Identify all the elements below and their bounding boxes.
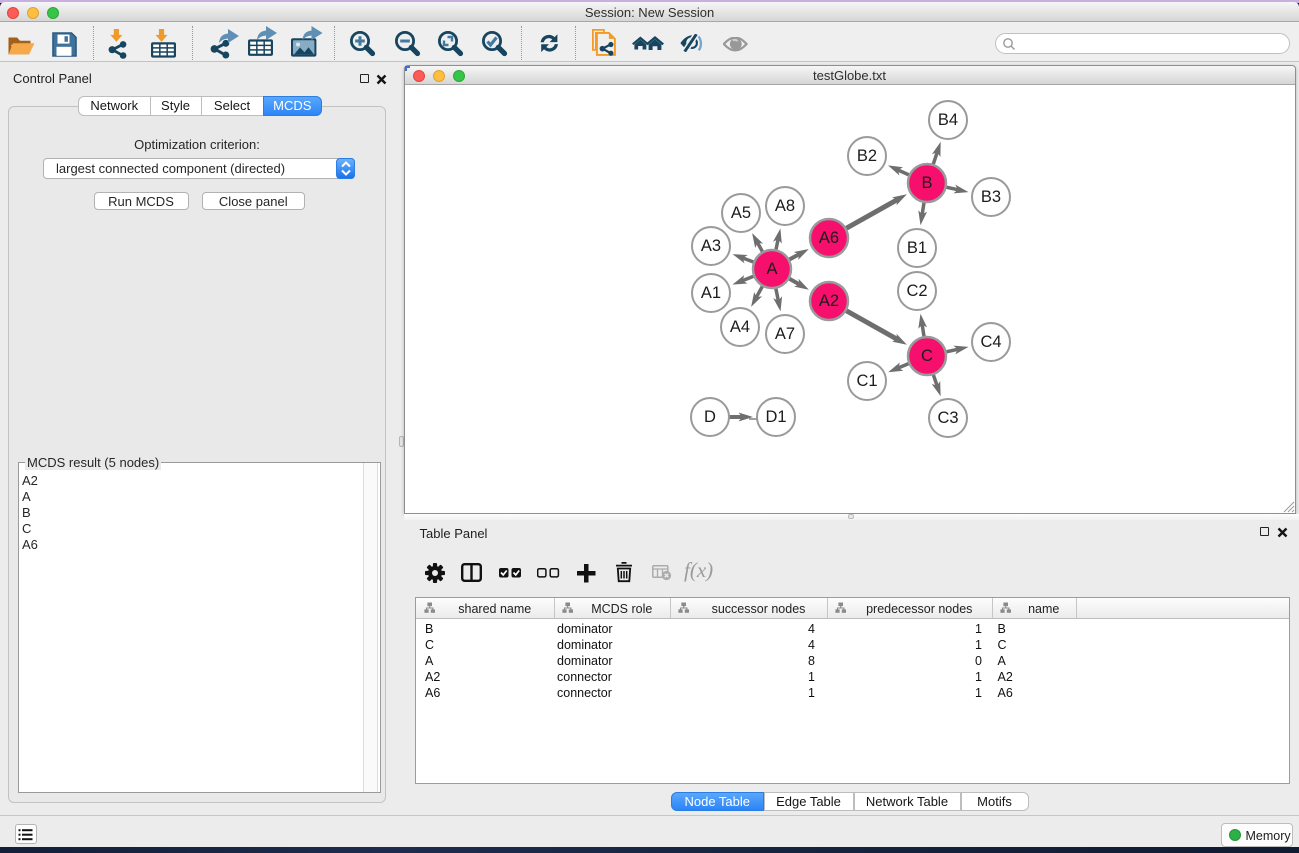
svg-text:B1: B1	[907, 239, 927, 257]
svg-text:C2: C2	[906, 282, 927, 300]
svg-text:D1: D1	[765, 408, 786, 426]
svg-text:C3: C3	[937, 409, 958, 427]
svg-text:A1: A1	[701, 284, 721, 302]
svg-text:B2: B2	[857, 147, 877, 165]
svg-text:B4: B4	[938, 111, 958, 129]
svg-text:A6: A6	[819, 229, 839, 247]
svg-text:A5: A5	[731, 204, 751, 222]
svg-text:D: D	[704, 408, 716, 426]
svg-text:A: A	[766, 260, 777, 278]
svg-text:C1: C1	[856, 372, 877, 390]
svg-text:A4: A4	[730, 318, 750, 336]
svg-text:A8: A8	[775, 197, 795, 215]
svg-text:A2: A2	[819, 292, 839, 310]
svg-text:C: C	[921, 347, 933, 365]
svg-text:B: B	[921, 174, 932, 192]
svg-text:C4: C4	[980, 333, 1001, 351]
svg-text:A3: A3	[701, 237, 721, 255]
svg-text:B3: B3	[981, 188, 1001, 206]
svg-text:A7: A7	[775, 325, 795, 343]
